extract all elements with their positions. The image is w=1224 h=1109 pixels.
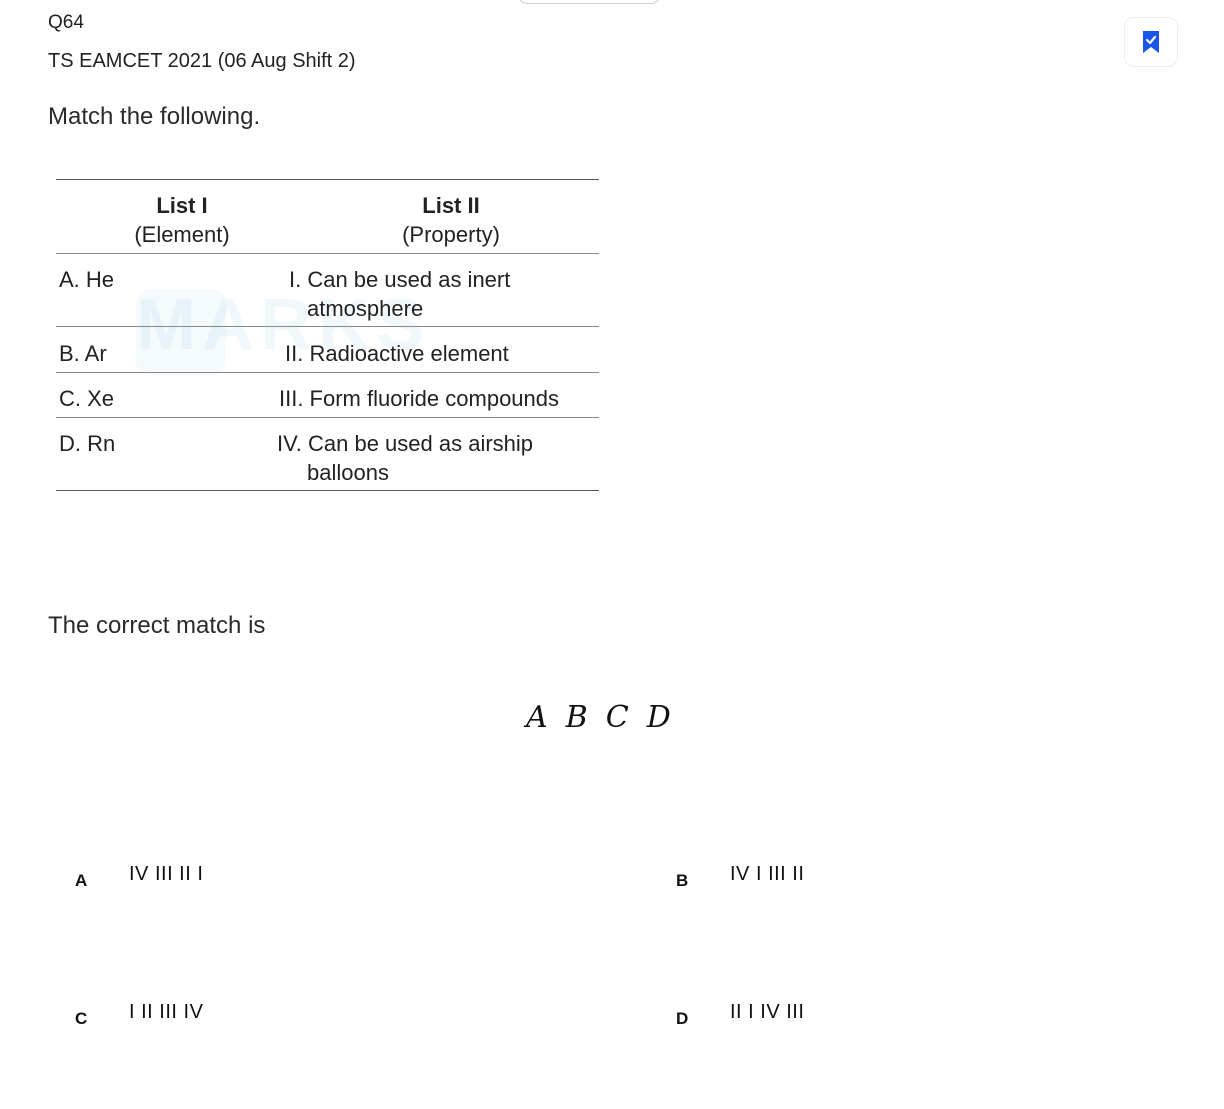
table-bottom-rule bbox=[56, 490, 599, 491]
row-c-left: C. Xe bbox=[59, 386, 115, 411]
bookmark-check-icon bbox=[1143, 31, 1159, 53]
column-letter: A bbox=[526, 700, 548, 735]
row-a-right-1: I. Can be used as inert bbox=[289, 267, 511, 292]
row-a-right-2: atmosphere bbox=[307, 296, 424, 321]
row-d-left: D. Rn bbox=[59, 431, 116, 456]
header-rule bbox=[56, 253, 599, 254]
row-rule bbox=[56, 372, 599, 373]
question-prompt: Match the following. bbox=[48, 103, 261, 130]
table-top-rule bbox=[56, 179, 599, 180]
row-rule bbox=[56, 326, 599, 327]
list2-subtitle: (Property) bbox=[402, 222, 500, 247]
row-d-right-2: balloons bbox=[307, 460, 389, 485]
option-letter: B bbox=[676, 871, 689, 890]
list1-header: List I (Element) bbox=[112, 191, 252, 249]
list2-title: List II bbox=[422, 193, 480, 218]
row-rule bbox=[56, 417, 599, 418]
option-letter: C bbox=[75, 1009, 88, 1028]
row-a-left: A. He bbox=[59, 267, 115, 292]
match-lead-text: The correct match is bbox=[48, 612, 266, 639]
option-b[interactable]: B IV I III II bbox=[676, 863, 804, 891]
question-number: Q64 bbox=[48, 12, 84, 33]
top-handle bbox=[518, 0, 660, 4]
column-letters: ABCD bbox=[526, 700, 689, 735]
watermark-logo bbox=[136, 289, 226, 375]
list2-header: List II (Property) bbox=[376, 191, 526, 249]
column-letter: C bbox=[605, 700, 629, 735]
option-text: II I IV III bbox=[730, 1001, 805, 1023]
option-letter: A bbox=[75, 871, 88, 890]
row-b-right-1: II. Radioactive element bbox=[285, 341, 509, 366]
row-b-left: B. Ar bbox=[59, 341, 107, 366]
row-d-right-1: IV. Can be used as airship bbox=[277, 431, 534, 456]
exam-label: TS EAMCET 2021 (06 Aug Shift 2) bbox=[48, 50, 356, 72]
option-text: IV III II I bbox=[129, 863, 204, 885]
option-letter: D bbox=[676, 1009, 689, 1028]
row-c-right-1: III. Form fluoride compounds bbox=[279, 386, 560, 411]
option-text: I II III IV bbox=[129, 1001, 204, 1023]
option-c[interactable]: C I II III IV bbox=[75, 1001, 203, 1029]
list1-subtitle: (Element) bbox=[134, 222, 230, 247]
option-a[interactable]: A IV III II I bbox=[75, 863, 203, 891]
column-letter: D bbox=[646, 700, 671, 735]
bookmark-button[interactable] bbox=[1124, 17, 1178, 67]
option-text: IV I III II bbox=[730, 863, 805, 885]
column-letter: B bbox=[565, 700, 588, 735]
list1-title: List I bbox=[156, 193, 208, 218]
option-d[interactable]: D II I IV III bbox=[676, 1001, 804, 1029]
